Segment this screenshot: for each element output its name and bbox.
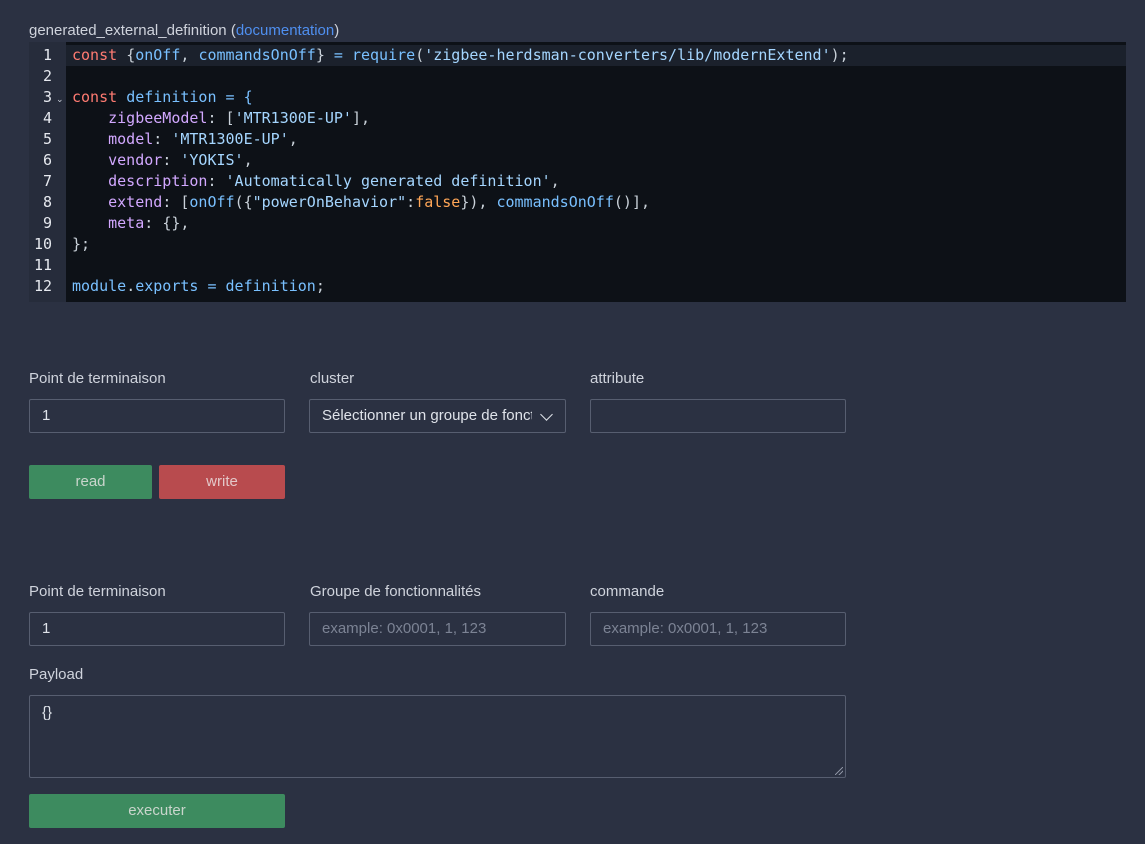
line-number: 6 (42, 151, 52, 169)
code-line-6: vendor: 'YOKIS', (108, 151, 253, 169)
chevron-down-icon (540, 408, 553, 421)
code-line-9: meta: {}, (108, 214, 190, 232)
cmd-cluster-label: Groupe de fonctionnalités (310, 583, 481, 600)
documentation-link[interactable]: documentation (236, 22, 334, 39)
close-paren: ) (334, 22, 340, 39)
code-editor[interactable]: 1 2 3 4 5 6 7 8 9 10 11 12 ⌄ const {onOf… (29, 42, 1126, 302)
line-number: 8 (42, 193, 52, 211)
cmd-cluster-input[interactable]: example: 0x0001, 1, 123 (309, 612, 566, 646)
rw-endpoint-label: Point de terminaison (29, 370, 166, 387)
definition-header: generated_external_definition (documenta… (29, 22, 339, 39)
line-number: 11 (33, 256, 52, 274)
cmd-command-input[interactable]: example: 0x0001, 1, 123 (590, 612, 846, 646)
fold-chevron-icon[interactable]: ⌄ (56, 89, 64, 110)
rw-attribute-input[interactable] (590, 399, 846, 433)
cmd-command-label: commande (590, 583, 665, 600)
code-line-5: model: 'MTR1300E-UP', (108, 130, 298, 148)
read-button[interactable]: read (29, 465, 152, 499)
line-number-gutter: 1 2 3 4 5 6 7 8 9 10 11 12 ⌄ (29, 42, 66, 302)
rw-endpoint-input[interactable]: 1 (29, 399, 285, 433)
definition-title: generated_external_definition (29, 22, 227, 39)
resize-handle-icon[interactable] (835, 767, 843, 775)
write-button[interactable]: write (159, 465, 285, 499)
payload-label: Payload (29, 666, 84, 683)
line-number: 5 (42, 130, 52, 148)
line-number: 9 (42, 214, 52, 232)
payload-value: {} (42, 704, 53, 721)
line-number: 7 (42, 172, 52, 190)
execute-button[interactable]: executer (29, 794, 285, 828)
rw-attribute-label: attribute (590, 370, 645, 387)
payload-textarea[interactable]: {} (29, 695, 846, 778)
cmd-endpoint-label: Point de terminaison (29, 583, 166, 600)
line-number: 10 (33, 235, 52, 253)
line-number: 2 (42, 67, 52, 85)
rw-cluster-selected: Sélectionner un groupe de fonctionnalité… (322, 407, 532, 424)
code-line-1: const {onOff, commandsOnOff} = require('… (72, 46, 849, 64)
line-number: 4 (42, 109, 52, 127)
code-line-8: extend: [onOff({"powerOnBehavior":false}… (108, 193, 650, 211)
code-line-4: zigbeeModel: ['MTR1300E-UP'], (108, 109, 371, 127)
line-number: 3 (42, 88, 52, 106)
line-number: 1 (42, 46, 52, 64)
cmd-endpoint-input[interactable]: 1 (29, 612, 285, 646)
code-line-12: module.exports = definition; (72, 277, 325, 295)
code-line-7: description: 'Automatically generated de… (108, 172, 560, 190)
code-line-3: const definition = { (72, 88, 253, 106)
code-line-10: }; (72, 235, 91, 253)
rw-cluster-label: cluster (310, 370, 355, 387)
rw-cluster-select[interactable]: Sélectionner un groupe de fonctionnalité… (309, 399, 566, 433)
line-number: 12 (33, 277, 52, 295)
